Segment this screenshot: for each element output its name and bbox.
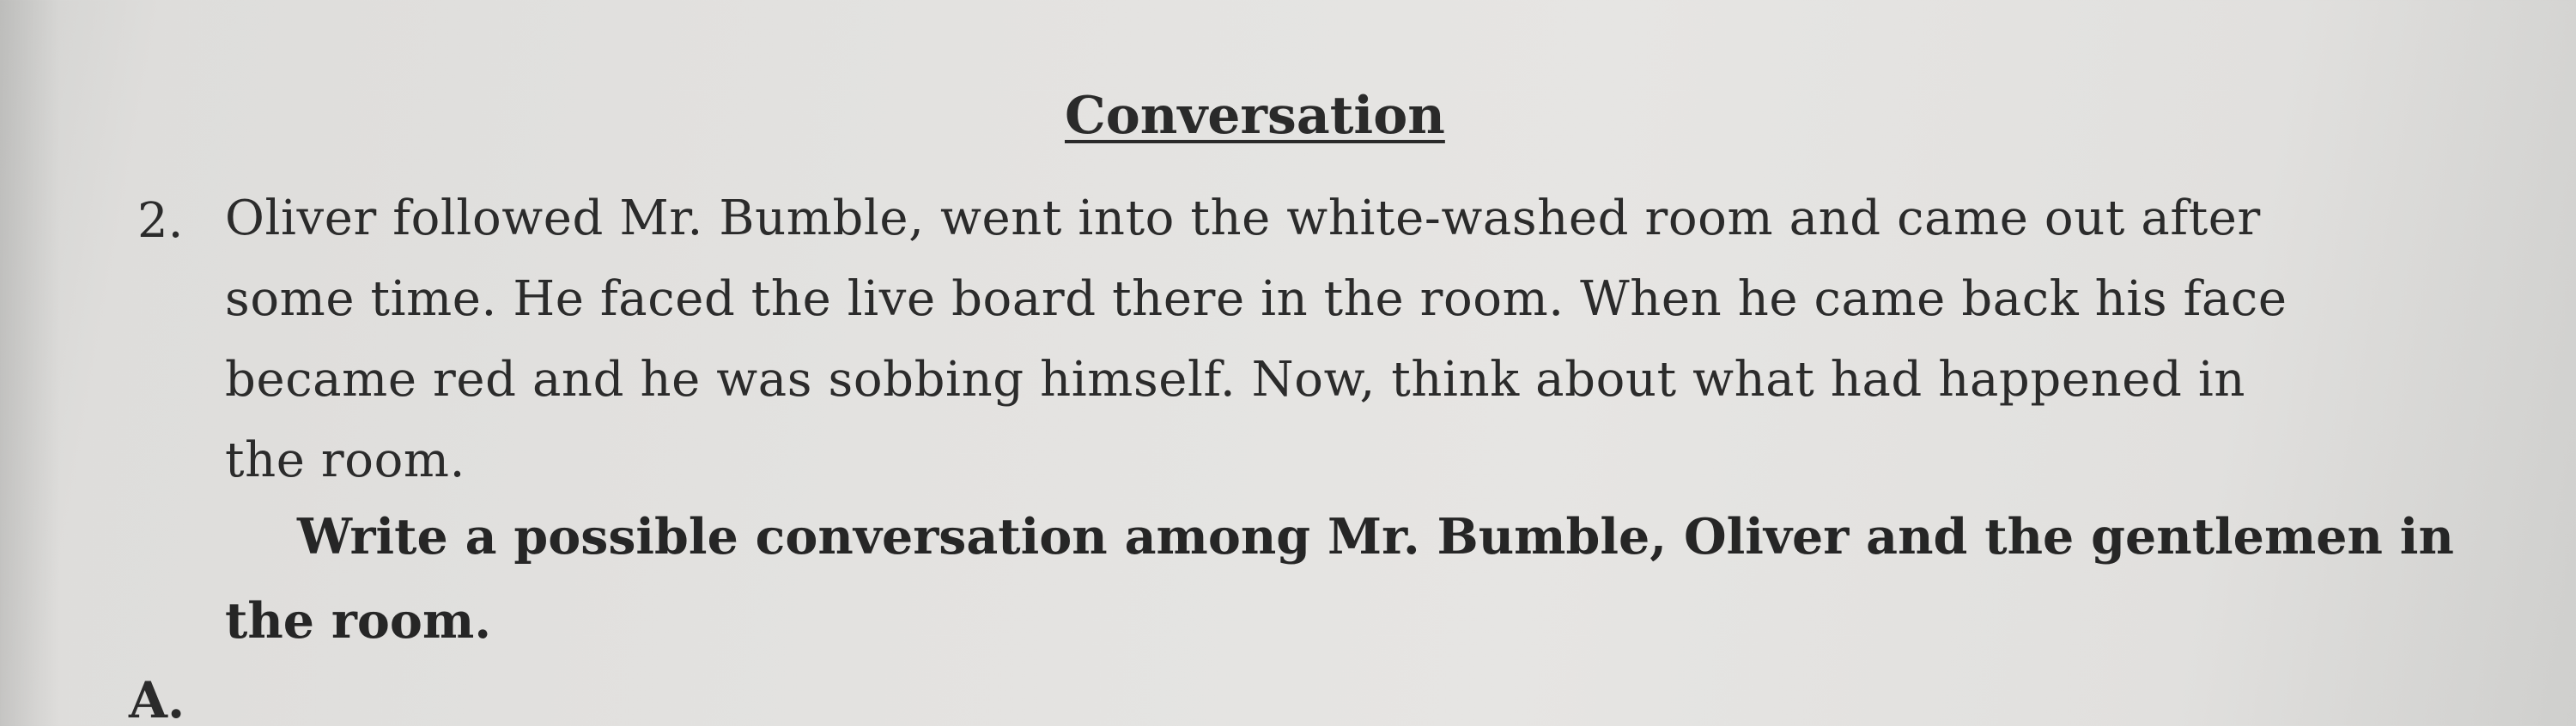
answer-label: A. bbox=[129, 671, 185, 726]
instruction-line-2: the room. bbox=[225, 592, 492, 650]
question-line-3: became red and he was sobbing himself. N… bbox=[225, 352, 2246, 408]
textbook-page: Conversation 2. Oliver followed Mr. Bumb… bbox=[0, 0, 2576, 726]
question-line-1: Oliver followed Mr. Bumble, went into th… bbox=[225, 191, 2261, 246]
question-number: 2. bbox=[137, 193, 184, 249]
question-line-2: some time. He faced the live board there… bbox=[225, 271, 2287, 327]
section-heading: Conversation bbox=[1065, 86, 1445, 146]
question-line-4: the room. bbox=[225, 433, 466, 488]
instruction-line-1: Write a possible conversation among Mr. … bbox=[297, 508, 2454, 566]
page-edge-shadow bbox=[0, 0, 60, 726]
